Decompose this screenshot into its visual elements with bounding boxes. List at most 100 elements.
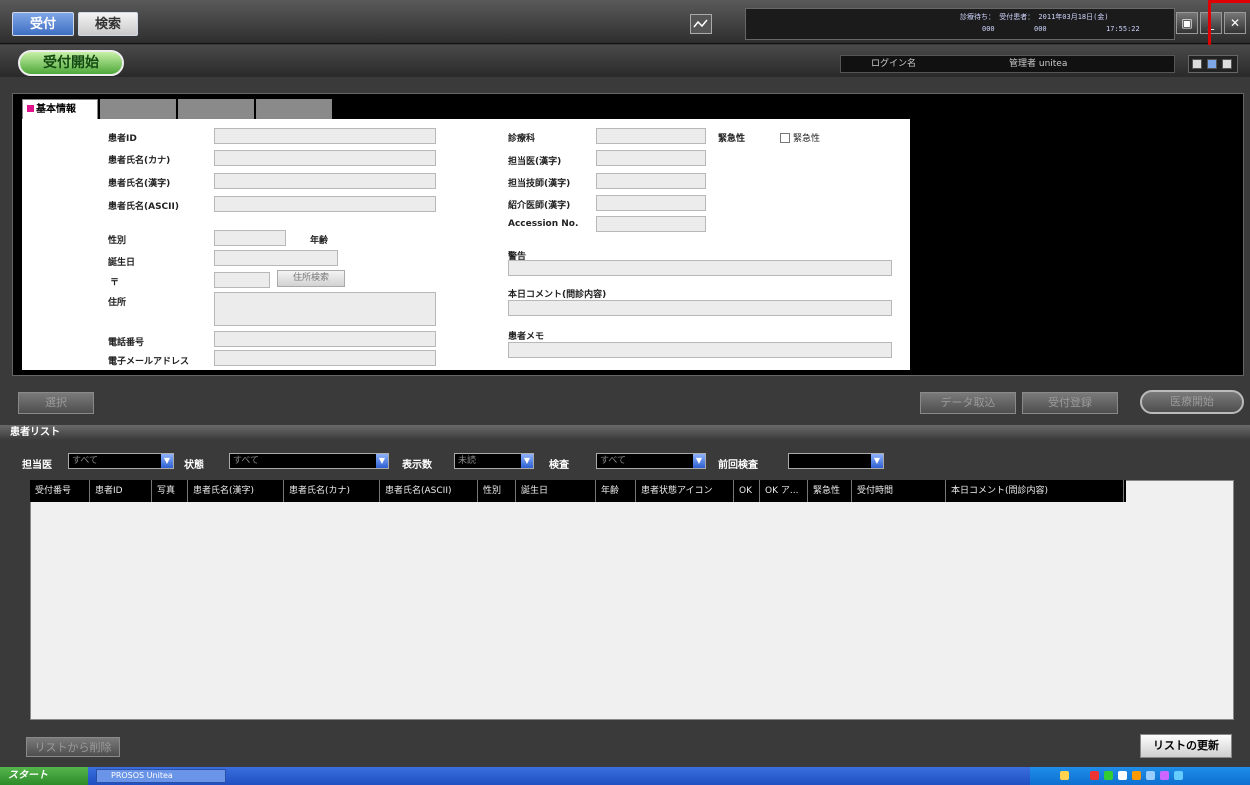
email-input[interactable] xyxy=(214,350,436,366)
taskbar-app-item[interactable]: PROSOS Unitea xyxy=(96,769,226,783)
name-ascii-input[interactable] xyxy=(214,196,436,212)
urgency-checkbox[interactable] xyxy=(780,133,790,143)
label-today-comment: 本日コメント(問診内容) xyxy=(508,290,607,300)
tab-4[interactable] xyxy=(256,99,332,119)
name-kana-input[interactable] xyxy=(214,150,436,166)
reception-mode-button[interactable]: 受付 xyxy=(12,12,74,36)
today-comment-input[interactable] xyxy=(508,300,892,316)
remove-from-list-button[interactable]: リストから削除 xyxy=(26,737,120,757)
start-reception-button[interactable]: 受付開始 xyxy=(18,50,124,76)
sex-input[interactable] xyxy=(214,230,286,246)
tray-icon[interactable] xyxy=(1060,771,1069,780)
department-input[interactable] xyxy=(596,128,706,144)
column-header[interactable]: 性別 xyxy=(480,480,516,502)
column-header[interactable]: 受付番号 xyxy=(32,480,90,502)
label-name-kana: 患者氏名(カナ) xyxy=(108,156,171,166)
reception-count: 000 xyxy=(1034,25,1047,33)
label-urgency: 緊急性 xyxy=(718,134,746,144)
layout-icon-3[interactable] xyxy=(1222,59,1232,69)
tray-icon[interactable] xyxy=(1146,771,1155,780)
tray-icon[interactable] xyxy=(1118,771,1127,780)
search-mode-button[interactable]: 検索 xyxy=(78,12,138,36)
column-header[interactable]: OK xyxy=(736,480,760,502)
tray-icon[interactable] xyxy=(1090,771,1099,780)
name-kanji-input[interactable] xyxy=(214,173,436,189)
tray-icon[interactable] xyxy=(1132,771,1141,780)
chevron-down-icon[interactable]: ▼ xyxy=(161,454,173,468)
start-exam-button[interactable]: 医療開始 xyxy=(1140,390,1244,414)
label-department: 診療科 xyxy=(508,134,536,144)
column-header[interactable]: 患者氏名(漢字) xyxy=(190,480,284,502)
patient-list-table[interactable] xyxy=(30,480,1234,720)
column-header[interactable]: 患者ID xyxy=(92,480,152,502)
tray-icon[interactable] xyxy=(1104,771,1113,780)
address-input[interactable] xyxy=(214,292,436,326)
chevron-down-icon[interactable]: ▼ xyxy=(693,454,705,468)
column-header[interactable]: 受付時間 xyxy=(854,480,946,502)
column-header[interactable]: 写真 xyxy=(154,480,188,502)
label-tech-in-charge: 担当技師(漢字) xyxy=(508,179,571,189)
address-search-button[interactable]: 住所検索 xyxy=(277,270,345,287)
tab-basic-label: 基本情報 xyxy=(36,104,76,115)
label-patient-id: 患者ID xyxy=(108,134,137,144)
filter-label-doctor: 担当医 xyxy=(22,460,52,471)
filter-label-exam: 検査 xyxy=(549,460,569,471)
column-header[interactable]: 患者氏名(ASCII) xyxy=(382,480,478,502)
restore-icon[interactable]: ▣ xyxy=(1176,12,1198,34)
clock-time: 17:55:22 xyxy=(1106,25,1140,33)
tab-basic-info[interactable]: 基本情報 xyxy=(22,99,98,119)
referring-doctor-input[interactable] xyxy=(596,195,706,211)
label-name-ascii: 患者氏名(ASCII) xyxy=(108,202,179,212)
monitor-icon[interactable] xyxy=(690,14,712,34)
select-button[interactable]: 選択 xyxy=(18,392,94,414)
accession-input[interactable] xyxy=(596,216,706,232)
column-header[interactable]: 本日コメント(問診内容) xyxy=(948,480,1124,502)
filter-exam-value: すべて xyxy=(600,456,627,466)
warning-input[interactable] xyxy=(508,260,892,276)
layout-icon-1[interactable] xyxy=(1192,59,1202,69)
column-header[interactable]: 患者状態アイコン xyxy=(638,480,734,502)
os-start-button[interactable]: スタート xyxy=(0,767,88,785)
chevron-down-icon[interactable]: ▼ xyxy=(871,454,883,468)
label-age: 年齢 xyxy=(310,236,329,246)
column-header[interactable]: 誕生日 xyxy=(518,480,596,502)
column-header[interactable]: 患者氏名(カナ) xyxy=(286,480,380,502)
birthday-input[interactable] xyxy=(214,250,338,266)
label-email: 電子メールアドレス xyxy=(108,357,190,367)
filter-doctor-value: すべて xyxy=(72,456,99,466)
label-dept-in-charge: 担当医(漢字) xyxy=(508,157,562,167)
patient-memo-input[interactable] xyxy=(508,342,892,358)
tray-icon[interactable] xyxy=(1174,771,1183,780)
filter-prev-exam-select[interactable]: ▼ xyxy=(788,453,884,469)
tab-marker-icon xyxy=(27,105,34,112)
patient-id-input[interactable] xyxy=(214,128,436,144)
postal-input[interactable] xyxy=(214,272,270,288)
patient-list-title: 患者リスト xyxy=(0,425,1250,440)
filter-doctor-select[interactable]: すべて ▼ xyxy=(68,453,174,469)
register-reception-button[interactable]: 受付登録 xyxy=(1022,392,1118,414)
data-import-button[interactable]: データ取込 xyxy=(920,392,1016,414)
login-bar: ログイン名 管理者 unitea xyxy=(840,55,1175,73)
phone-input[interactable] xyxy=(214,331,436,347)
refresh-list-button[interactable]: リストの更新 xyxy=(1140,734,1232,758)
label-birthday: 誕生日 xyxy=(108,258,136,268)
tray-icon[interactable] xyxy=(1160,771,1169,780)
filter-status-select[interactable]: すべて ▼ xyxy=(229,453,389,469)
layout-toggle[interactable] xyxy=(1188,55,1238,73)
chevron-down-icon[interactable]: ▼ xyxy=(521,454,533,468)
filter-count-select[interactable]: 未読 ▼ xyxy=(454,453,534,469)
urgency-check-label: 緊急性 xyxy=(793,134,821,144)
tech-in-charge-input[interactable] xyxy=(596,173,706,189)
label-postal: 〒 xyxy=(110,278,120,288)
layout-icon-2[interactable] xyxy=(1207,59,1217,69)
filter-count-value: 未読 xyxy=(458,456,477,466)
column-header[interactable]: 年齢 xyxy=(598,480,636,502)
tab-3[interactable] xyxy=(178,99,254,119)
dept-in-charge-input[interactable] xyxy=(596,150,706,166)
filter-exam-select[interactable]: すべて ▼ xyxy=(596,453,706,469)
column-header[interactable]: OK ア... xyxy=(762,480,808,502)
label-accession: Accession No. xyxy=(508,219,579,229)
tab-2[interactable] xyxy=(100,99,176,119)
column-header[interactable]: 緊急性 xyxy=(810,480,852,502)
chevron-down-icon[interactable]: ▼ xyxy=(376,454,388,468)
